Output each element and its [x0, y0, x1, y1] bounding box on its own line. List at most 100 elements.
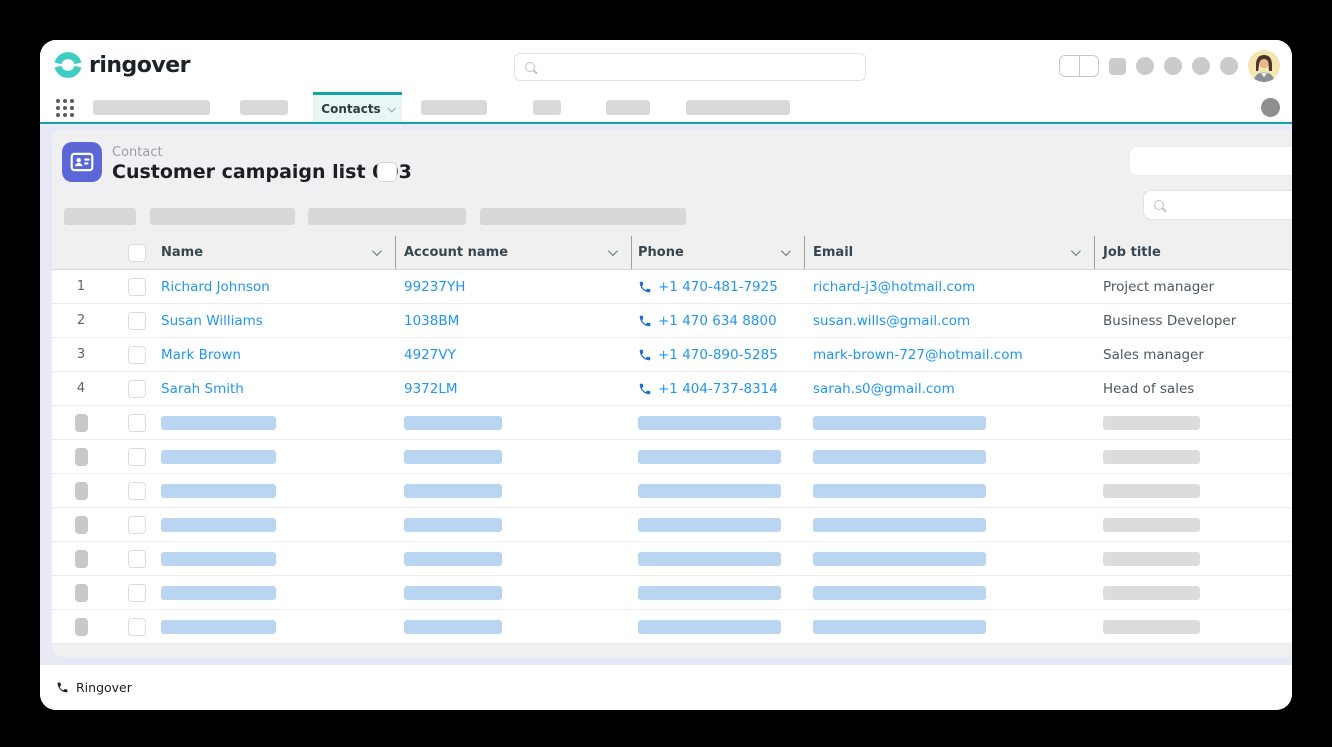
topbar-icon-placeholder[interactable] — [1192, 57, 1210, 75]
toolbar-placeholder[interactable] — [480, 208, 686, 225]
select-all-checkbox[interactable] — [128, 244, 146, 262]
topbar-icon-placeholder[interactable] — [1164, 57, 1182, 75]
app-window: ringover — [40, 40, 1292, 710]
column-header-email[interactable]: Email — [805, 236, 1095, 269]
topbar-icon-placeholder[interactable] — [1220, 57, 1238, 75]
skeleton-bar — [813, 552, 986, 566]
phone-link[interactable]: +1 404-737-8314 — [658, 381, 778, 397]
account-name-link[interactable]: 99237YH — [404, 279, 465, 295]
skeleton-row — [52, 406, 1292, 440]
row-checkbox[interactable] — [128, 516, 146, 534]
account-name-link[interactable]: 1038BM — [404, 313, 459, 329]
row-checkbox[interactable] — [128, 482, 146, 500]
phone-link[interactable]: +1 470-890-5285 — [658, 347, 778, 363]
skeleton-bar — [404, 586, 502, 600]
email-link[interactable]: sarah.s0@gmail.com — [813, 381, 955, 397]
email-link[interactable]: richard-j3@hotmail.com — [813, 279, 975, 295]
sort-chevron-icon[interactable] — [372, 246, 382, 256]
row-checkbox[interactable] — [128, 346, 146, 364]
row-checkbox[interactable] — [128, 312, 146, 330]
nav-item-placeholder[interactable] — [686, 100, 790, 115]
tab-contacts[interactable]: Contacts — [313, 92, 402, 122]
column-header-name[interactable]: Name — [156, 236, 396, 269]
nav-item-placeholder[interactable] — [240, 100, 288, 115]
skeleton-bar — [161, 416, 276, 430]
nav-status-dot[interactable] — [1261, 98, 1280, 117]
user-avatar[interactable] — [1248, 50, 1280, 82]
contact-name-link[interactable]: Sarah Smith — [161, 381, 244, 397]
account-name-link[interactable]: 4927VY — [404, 347, 456, 363]
content-area: Contact Customer campaign list 003 Name — [40, 124, 1292, 665]
contacts-table: Name Account name Phone Email Job title — [52, 236, 1292, 644]
contact-name-link[interactable]: Mark Brown — [161, 347, 241, 363]
contact-name-link[interactable]: Richard Johnson — [161, 279, 270, 295]
phone-link[interactable]: +1 470-481-7925 — [658, 279, 778, 295]
skeleton-bar — [404, 484, 502, 498]
skeleton-bar — [638, 586, 781, 600]
table-row: 2 Susan Williams 1038BM +1 470 634 8800 … — [52, 304, 1292, 338]
skeleton-marker — [75, 618, 88, 636]
skeleton-bar — [404, 620, 502, 634]
global-search[interactable] — [514, 53, 866, 81]
nav-item-placeholder[interactable] — [533, 100, 561, 115]
table-row: 3 Mark Brown 4927VY +1 470-890-5285 mark… — [52, 338, 1292, 372]
row-checkbox[interactable] — [128, 584, 146, 602]
job-title-cell: Project manager — [1095, 270, 1292, 303]
nav-item-placeholder[interactable] — [421, 100, 487, 115]
email-link[interactable]: susan.wills@gmail.com — [813, 313, 970, 329]
row-checkbox[interactable] — [128, 550, 146, 568]
skeleton-bar — [813, 450, 986, 464]
layout-toggle[interactable] — [1059, 55, 1099, 77]
skeleton-bar — [638, 552, 781, 566]
skeleton-bar — [1103, 586, 1200, 600]
nav-item-placeholder[interactable] — [606, 100, 650, 115]
sort-chevron-icon[interactable] — [608, 246, 618, 256]
topbar-actions — [1059, 40, 1280, 92]
row-checkbox[interactable] — [128, 278, 146, 296]
skeleton-marker — [75, 516, 88, 534]
email-link[interactable]: mark-brown-727@hotmail.com — [813, 347, 1023, 363]
logo-text: ringover — [89, 53, 190, 78]
phone-link[interactable]: +1 470 634 8800 — [658, 313, 777, 329]
sort-chevron-icon[interactable] — [1071, 246, 1081, 256]
skeleton-bar — [638, 620, 781, 634]
nav-item-placeholder[interactable] — [93, 100, 210, 115]
toolbar-placeholder[interactable] — [308, 208, 466, 225]
row-number: 1 — [52, 270, 110, 303]
table-header-row: Name Account name Phone Email Job title — [52, 236, 1292, 270]
ringover-logo[interactable]: ringover — [54, 51, 190, 79]
row-checkbox[interactable] — [128, 380, 146, 398]
list-search-input[interactable] — [1143, 190, 1292, 220]
row-number: 2 — [52, 304, 110, 337]
contact-name-link[interactable]: Susan Williams — [161, 313, 263, 329]
skeleton-bar — [161, 518, 276, 532]
tab-contacts-label: Contacts — [321, 102, 380, 116]
contact-list-card: Contact Customer campaign list 003 Name — [52, 130, 1292, 657]
skeleton-bar — [813, 518, 986, 532]
sort-chevron-icon[interactable] — [781, 246, 791, 256]
column-header-account[interactable]: Account name — [396, 236, 632, 269]
chevron-down-icon — [387, 104, 395, 112]
row-number: 4 — [52, 372, 110, 405]
column-header-phone[interactable]: Phone — [632, 236, 805, 269]
apps-grid-icon[interactable] — [56, 99, 74, 117]
skeleton-bar — [161, 552, 276, 566]
account-name-link[interactable]: 9372LM — [404, 381, 458, 397]
skeleton-bar — [161, 484, 276, 498]
skeleton-bar — [813, 484, 986, 498]
title-checkbox[interactable] — [377, 162, 397, 182]
page-title: Customer campaign list 003 — [112, 161, 412, 183]
row-checkbox[interactable] — [128, 414, 146, 432]
toolbar-placeholder[interactable] — [64, 208, 136, 225]
column-header-job-title[interactable]: Job title — [1095, 236, 1292, 269]
toolbar-placeholder[interactable] — [150, 208, 295, 225]
topbar-icon-placeholder[interactable] — [1109, 58, 1126, 75]
skeleton-bar — [404, 416, 502, 430]
skeleton-bar — [161, 450, 276, 464]
job-title-cell: Head of sales — [1095, 372, 1292, 405]
row-checkbox[interactable] — [128, 618, 146, 636]
row-checkbox[interactable] — [128, 448, 146, 466]
skeleton-bar — [1103, 416, 1200, 430]
topbar-icon-placeholder[interactable] — [1136, 57, 1154, 75]
header-action-field[interactable] — [1129, 146, 1292, 176]
